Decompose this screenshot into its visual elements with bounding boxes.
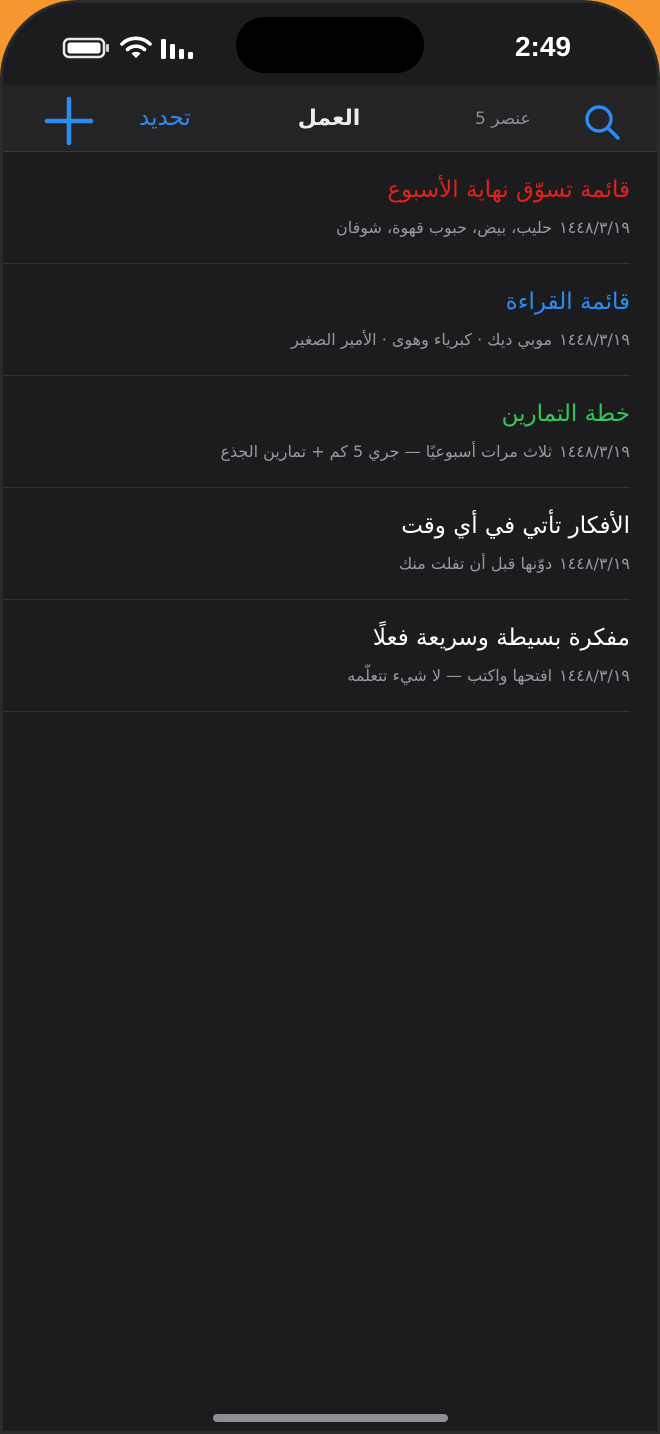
note-preview: دوّنها قبل أن تفلت منك [398,554,553,573]
refresh-button[interactable]: تحديد [139,105,191,131]
item-count: 5 عنصر [475,109,531,129]
search-icon [582,105,622,146]
note-meta: ١٤٤٨/٣/١٩ افتحها واكتب — لا شيء تتعلّمه [347,666,630,685]
plus-icon [43,96,95,151]
note-meta: ١٤٤٨/٣/١٩ حليب، بيض، حبوب قهوة، شوفان [336,218,630,237]
note-date: ١٤٤٨/٣/١٩ [559,330,630,349]
page-title: العمل [297,106,361,131]
status-time: 2:49 [514,31,571,62]
note-title: مفكرة بسيطة وسريعة فعلًا [372,625,630,651]
note-date: ١٤٤٨/٣/١٩ [559,666,630,685]
note-title: الأفكار تأتي في أي وقت [401,513,630,539]
battery-icon [62,37,110,63]
note-preview: موبي ديك · كبرياء وهوى · الأمير الصغير [291,330,553,349]
dynamic-island [236,17,424,73]
note-preview: حليب، بيض، حبوب قهوة، شوفان [335,218,553,237]
phone-screen: 2:49 تحديد العمل 5 عنصر قائمة تسوّق نهاي… [0,0,660,1434]
note-title: قائمة القراءة [505,289,630,315]
note-item[interactable]: خطة التمارين ١٤٤٨/٣/١٩ ثلاث مرات أسبوعيًا… [3,376,630,488]
note-date: ١٤٤٨/٣/١٩ [559,442,630,461]
note-item[interactable]: قائمة تسوّق نهاية الأسبوع ١٤٤٨/٣/١٩ حليب،… [3,152,630,264]
note-title: قائمة تسوّق نهاية الأسبوع [387,177,630,203]
note-meta: ١٤٤٨/٣/١٩ موبي ديك · كبرياء وهوى · الأمير… [291,330,630,349]
note-meta: ١٤٤٨/٣/١٩ دوّنها قبل أن تفلت منك [399,554,630,573]
note-item[interactable]: الأفكار تأتي في أي وقت ١٤٤٨/٣/١٩ دوّنها ق… [3,488,630,600]
add-note-button[interactable] [43,95,95,147]
note-date: ١٤٤٨/٣/١٩ [559,554,630,573]
status-bar: 2:49 [3,3,657,95]
wifi-icon [120,34,152,64]
note-meta: ١٤٤٨/٣/١٩ ثلاث مرات أسبوعيًا — جري 5 كم +… [220,442,630,461]
search-button[interactable] [582,102,622,142]
home-indicator[interactable] [213,1414,448,1422]
note-item[interactable]: مفكرة بسيطة وسريعة فعلًا ١٤٤٨/٣/١٩ افتحها… [3,600,630,712]
signal-icon [160,38,196,64]
note-list: قائمة تسوّق نهاية الأسبوع ١٤٤٨/٣/١٩ حليب،… [3,152,630,712]
note-date: ١٤٤٨/٣/١٩ [559,218,630,237]
note-preview: افتحها واكتب — لا شيء تتعلّمه [347,666,553,685]
note-title: خطة التمارين [501,401,630,427]
note-item[interactable]: قائمة القراءة ١٤٤٨/٣/١٩ موبي ديك · كبرياء… [3,264,630,376]
navigation-bar: تحديد العمل 5 عنصر [3,85,657,152]
note-preview: ثلاث مرات أسبوعيًا — جري 5 كم + تمارين ا… [220,442,553,461]
